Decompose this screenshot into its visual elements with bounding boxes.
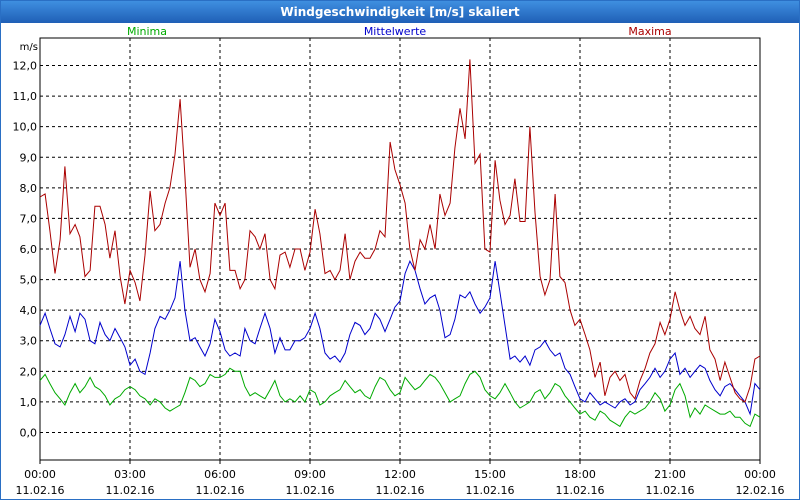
x-tick-date: 11.02.16 <box>376 484 425 497</box>
x-tick-time: 00:00 <box>24 468 56 481</box>
x-tick-time: 15:00 <box>474 468 506 481</box>
y-tick-label: 11,0 <box>13 90 38 103</box>
y-tick-label: 7,0 <box>20 212 38 225</box>
y-tick-label: 5,0 <box>20 274 38 287</box>
chart-svg: 0,0 1,0 2,0 3,0 4,0 5,0 6,0 7,0 8,0 9,0 10,0 11,0 12… <box>13 25 785 497</box>
y-tick-label: 8,0 <box>20 182 38 195</box>
x-tick-date: 12.02.16 <box>736 484 785 497</box>
y-axis-label: m/s <box>20 42 38 53</box>
x-tick-time: 06:00 <box>204 468 236 481</box>
x-tick-time: 12:00 <box>384 468 416 481</box>
y-tick-label: 0,0 <box>20 426 38 439</box>
x-tick-date: 11.02.16 <box>286 484 335 497</box>
x-tick-time: 03:00 <box>114 468 146 481</box>
y-tick-label: 6,0 <box>20 243 38 256</box>
x-tick-time: 21:00 <box>654 468 686 481</box>
y-tick-label: 9,0 <box>20 151 38 164</box>
x-tick-date: 11.02.16 <box>646 484 695 497</box>
y-tick-label: 12,0 <box>13 60 38 73</box>
x-tick-date: 11.02.16 <box>196 484 245 497</box>
x-tick-date: 11.02.16 <box>466 484 515 497</box>
legend-mittelwerte: Mittelwerte <box>364 25 427 38</box>
y-tick-label: 2,0 <box>20 365 38 378</box>
y-tick-label: 3,0 <box>20 335 38 348</box>
y-tick-label: 4,0 <box>20 304 38 317</box>
legend-maxima: Maxima <box>628 25 671 38</box>
x-tick-time: 09:00 <box>294 468 326 481</box>
x-tick-time: 18:00 <box>564 468 596 481</box>
x-tick-date: 11.02.16 <box>556 484 605 497</box>
y-tick-label: 1,0 <box>20 396 38 409</box>
x-tick-date: 11.02.16 <box>106 484 155 497</box>
x-tick-time: 00:00 <box>744 468 776 481</box>
legend-minima: Minima <box>127 25 167 38</box>
y-tick-label: 10,0 <box>13 121 38 134</box>
x-tick-date: 11.02.16 <box>16 484 65 497</box>
